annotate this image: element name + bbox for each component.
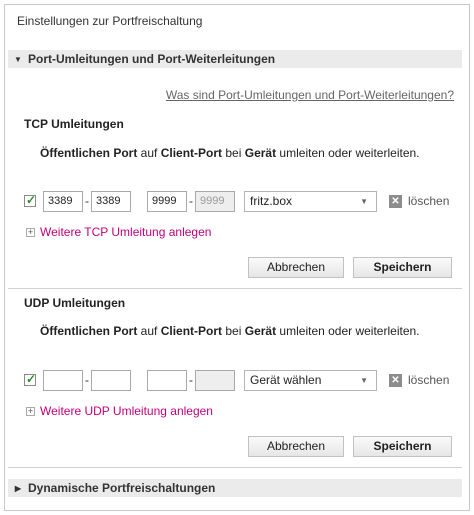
- delete-label: löschen: [408, 194, 450, 208]
- section-divider: [8, 288, 462, 289]
- tcp-rule-row: ✓ - - fritz.box ▼ ✕ löschen: [24, 190, 449, 212]
- plus-icon: +: [26, 405, 35, 416]
- range-dash: -: [189, 194, 193, 208]
- udp-section-title: UDP Umleitungen: [24, 296, 126, 310]
- desc-text: auf: [137, 324, 161, 338]
- desc-client-port: Client-Port: [160, 324, 223, 338]
- delete-x-icon: ✕: [389, 194, 402, 208]
- section-header-label: Port-Umleitungen und Port-Weiterleitunge…: [28, 52, 276, 66]
- tcp-client-port-to-input: [195, 190, 235, 212]
- udp-client-port-to-input: [195, 369, 235, 391]
- section-header-dynamic-port-sharing[interactable]: ▶ Dynamische Portfreischaltungen: [8, 479, 462, 497]
- dropdown-caret-icon: ▼: [360, 375, 368, 385]
- tcp-rule-checkbox[interactable]: ✓: [24, 193, 37, 207]
- udp-add-rule-link[interactable]: + Weitere UDP Umleitung anlegen: [26, 404, 213, 418]
- delete-x-icon: ✕: [389, 373, 402, 387]
- udp-description: Öffentlichen Port auf Client-Port bei Ge…: [40, 324, 420, 338]
- triangle-right-icon: ▶: [14, 483, 22, 493]
- udp-rule-row: ✓ - - Gerät wählen ▼ ✕ löschen: [24, 369, 449, 391]
- udp-client-port-from-input[interactable]: [147, 369, 187, 391]
- tcp-public-port-to-input[interactable]: [91, 190, 131, 212]
- range-dash: -: [85, 373, 89, 387]
- tcp-device-value: fritz.box: [250, 194, 293, 208]
- tcp-cancel-button[interactable]: Abbrechen: [248, 257, 344, 278]
- range-dash: -: [189, 373, 193, 387]
- desc-public-port: Öffentlichen Port: [40, 324, 138, 338]
- checkmark-icon: ✓: [26, 193, 37, 207]
- udp-cancel-button[interactable]: Abbrechen: [248, 436, 344, 457]
- desc-public-port: Öffentlichen Port: [40, 146, 138, 160]
- desc-text: bei: [222, 324, 245, 338]
- udp-device-value: Gerät wählen: [250, 373, 322, 387]
- tcp-delete-button[interactable]: ✕ löschen: [389, 194, 449, 208]
- udp-public-port-to-input[interactable]: [91, 369, 131, 391]
- section-header-port-forwarding[interactable]: ▼ Port-Umleitungen und Port-Weiterleitun…: [8, 50, 462, 68]
- desc-text: umleiten oder weiterleiten.: [276, 146, 420, 160]
- range-dash: -: [85, 194, 89, 208]
- desc-device: Gerät: [244, 324, 277, 338]
- tcp-description: Öffentlichen Port auf Client-Port bei Ge…: [40, 146, 420, 160]
- section-divider: [8, 467, 462, 468]
- desc-text: bei: [222, 146, 245, 160]
- plus-icon: +: [26, 226, 35, 237]
- tcp-public-port-from-input[interactable]: [43, 190, 83, 212]
- page-title: Einstellungen zur Portfreischaltung: [17, 14, 203, 28]
- udp-add-rule-label: Weitere UDP Umleitung anlegen: [40, 404, 213, 418]
- tcp-section-title: TCP Umleitungen: [24, 117, 124, 131]
- desc-text: auf: [137, 146, 161, 160]
- tcp-client-port-from-input[interactable]: [147, 190, 187, 212]
- triangle-down-icon: ▼: [14, 54, 22, 64]
- desc-text: umleiten oder weiterleiten.: [276, 324, 420, 338]
- desc-device: Gerät: [244, 146, 277, 160]
- udp-device-select[interactable]: Gerät wählen ▼: [244, 369, 377, 391]
- tcp-save-button[interactable]: Speichern: [353, 257, 452, 278]
- udp-rule-checkbox[interactable]: ✓: [24, 372, 37, 386]
- checkmark-icon: ✓: [26, 372, 37, 386]
- delete-label: löschen: [408, 373, 450, 387]
- desc-client-port: Client-Port: [160, 146, 223, 160]
- section-header-label: Dynamische Portfreischaltungen: [28, 481, 216, 495]
- udp-delete-button[interactable]: ✕ löschen: [389, 373, 449, 387]
- tcp-add-rule-link[interactable]: + Weitere TCP Umleitung anlegen: [26, 225, 211, 239]
- dropdown-caret-icon: ▼: [360, 196, 368, 206]
- udp-save-button[interactable]: Speichern: [353, 436, 452, 457]
- tcp-device-select[interactable]: fritz.box ▼: [244, 190, 377, 212]
- help-link[interactable]: Was sind Port-Umleitungen und Port-Weite…: [166, 88, 454, 102]
- udp-public-port-from-input[interactable]: [43, 369, 83, 391]
- tcp-add-rule-label: Weitere TCP Umleitung anlegen: [40, 225, 212, 239]
